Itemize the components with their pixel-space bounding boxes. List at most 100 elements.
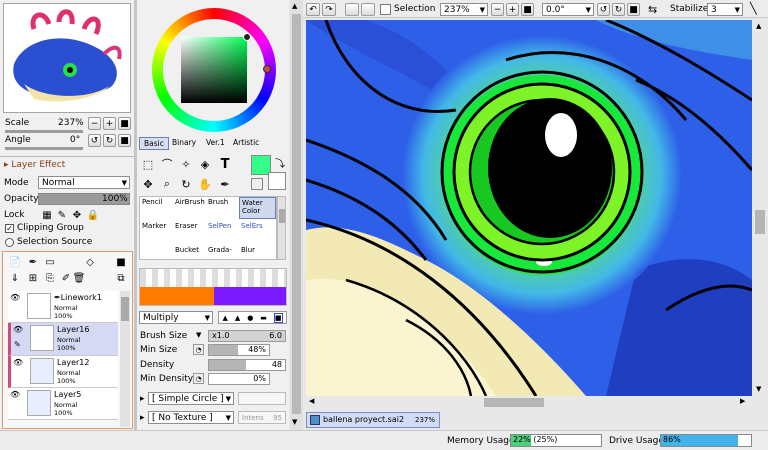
min-density-pressure-icon[interactable]: ◔	[193, 373, 204, 384]
texture-intensity-field[interactable]: Intens 95	[238, 411, 286, 424]
brush-grid-scrollbar[interactable]	[277, 196, 286, 260]
lock-draw-icon[interactable]: ✎	[55, 208, 69, 222]
tab-artistic[interactable]: Artistic	[230, 138, 262, 147]
layer-list-scrollbar[interactable]	[120, 291, 130, 427]
hand-icon[interactable]: ✋	[196, 175, 214, 193]
orange-swatch[interactable]	[140, 287, 214, 305]
layer-effect-header[interactable]: ▸ Layer Effect	[4, 160, 65, 171]
scroll-left-icon[interactable]: ◀	[309, 397, 314, 405]
tab-binary[interactable]: Binary	[169, 138, 199, 147]
expand-arrow-icon[interactable]: ▸	[140, 394, 145, 405]
min-density-slider[interactable]: 0%	[208, 373, 270, 385]
redo-button[interactable]: ↷	[322, 3, 336, 16]
hue-marker[interactable]	[263, 65, 271, 73]
text-tool-icon[interactable]: T	[216, 155, 234, 173]
rotate-reset-button[interactable]: ■	[627, 3, 640, 16]
secondary-color-swatch[interactable]	[268, 172, 286, 190]
clear-icon[interactable]: ✐	[59, 271, 73, 285]
shapes-icon[interactable]: ◈	[196, 155, 214, 173]
scroll-up-icon[interactable]: ▲	[756, 22, 761, 30]
rect-select-icon[interactable]: ⬚	[139, 155, 157, 173]
layer-options-icon[interactable]: ⧉	[114, 271, 128, 285]
shape-bar-icon[interactable]: ▬	[260, 314, 267, 322]
zoom-in-button[interactable]: +	[103, 117, 116, 130]
brush-gradation[interactable]: Grada-	[206, 245, 239, 259]
mask-icon[interactable]: ◇	[83, 255, 97, 269]
shape-triangle-small-icon[interactable]: ▲	[222, 314, 227, 322]
visibility-eye-icon[interactable]: 👁	[13, 325, 25, 335]
navigator-preview[interactable]	[3, 3, 131, 113]
transfer-icon[interactable]: ⊞	[26, 271, 40, 285]
angle-slider[interactable]	[5, 147, 83, 150]
scrollbar-thumb[interactable]	[755, 210, 765, 234]
move-down-icon[interactable]: ⇓	[8, 271, 22, 285]
scrollbar-thumb[interactable]	[292, 14, 301, 414]
blend-mode-select[interactable]: Multiply ▼	[139, 311, 213, 324]
brush-watercolor[interactable]: Water Color	[239, 197, 276, 219]
move-icon[interactable]: ✥	[139, 175, 157, 193]
stabilizer-select[interactable]: 3 ▼	[707, 3, 743, 16]
flip-horizontal-icon[interactable]: ⇆	[648, 3, 657, 16]
expand-arrow-icon[interactable]: ▸	[140, 413, 145, 424]
tab-ver1[interactable]: Ver.1	[203, 138, 228, 147]
merge-icon[interactable]: ⎘	[43, 271, 57, 285]
brush-shape-selector[interactable]: ▲ ▲ ● ▬ ■	[218, 311, 287, 324]
rotate-left-button[interactable]: ↺	[597, 3, 610, 16]
rotate-reset-button[interactable]: ■	[118, 134, 131, 147]
rotate-icon[interactable]: ↻	[177, 175, 195, 193]
layer-row-linework1[interactable]: 👁 ✒Linework1 Normal 100%	[8, 291, 118, 323]
zoom-reset-button[interactable]: ■	[118, 117, 131, 130]
new-linework-icon[interactable]: ✒	[26, 255, 40, 269]
lasso-icon[interactable]: ⌒	[158, 155, 176, 173]
invert-selection-button[interactable]	[361, 3, 375, 16]
layer-row-layer12[interactable]: 👁 Layer12 Normal 100%	[8, 356, 118, 388]
zoom-out-button[interactable]: −	[88, 117, 101, 130]
transparent-color-icon[interactable]	[251, 178, 263, 190]
purple-swatch[interactable]	[214, 287, 286, 305]
scrollbar-thumb[interactable]	[279, 209, 285, 223]
lock-transparency-icon[interactable]: ▦	[40, 208, 54, 222]
zoom-select[interactable]: 237% ▼	[440, 3, 488, 16]
scroll-up-icon[interactable]: ▲	[292, 2, 297, 10]
scroll-right-icon[interactable]: ▶	[740, 397, 745, 405]
rotate-left-button[interactable]: ↺	[88, 134, 101, 147]
sv-marker[interactable]	[243, 33, 251, 41]
fill-mask-icon[interactable]: ■	[114, 255, 128, 269]
brush-marker[interactable]: Marker	[140, 221, 173, 244]
scrollbar-thumb[interactable]	[484, 398, 544, 407]
zoom-in-button[interactable]: +	[506, 3, 519, 16]
undo-button[interactable]: ↶	[306, 3, 320, 16]
scrollbar-thumb[interactable]	[121, 297, 129, 321]
brush-shape-select[interactable]: [ Simple Circle ] ▼	[148, 392, 234, 405]
visibility-eye-icon[interactable]: 👁	[13, 358, 25, 368]
document-tab[interactable]: ballena proyect.sai2 237%	[306, 412, 440, 428]
zoom-icon[interactable]: ⌕	[158, 175, 176, 193]
shape-triangle-icon[interactable]: ▲	[235, 314, 240, 322]
shape-square-icon[interactable]: ■	[273, 312, 283, 323]
brush-pencil[interactable]: Pencil	[140, 197, 173, 220]
brush-eraser[interactable]: Eraser	[173, 221, 206, 244]
saturation-value-square[interactable]	[181, 37, 247, 103]
shape-strength-field[interactable]	[238, 392, 286, 405]
scroll-down-icon[interactable]: ▼	[292, 418, 297, 426]
selection-checkbox[interactable]	[380, 4, 391, 15]
mode-select[interactable]: Normal ▼	[38, 176, 130, 189]
brush-brush[interactable]: Brush	[206, 197, 239, 220]
rotate-right-button[interactable]: ↻	[103, 134, 116, 147]
brush-blur[interactable]: Blur	[239, 245, 272, 259]
scale-slider[interactable]	[5, 130, 83, 133]
tool-panel-scrollbar[interactable]: ▲ ▼	[290, 0, 303, 430]
selection-source-radio[interactable]	[5, 238, 14, 247]
chevron-down-icon[interactable]: ▼	[196, 331, 201, 339]
shape-round-icon[interactable]: ●	[247, 314, 253, 322]
brush-empty[interactable]	[140, 245, 173, 259]
density-slider[interactable]: 48	[208, 359, 286, 371]
layer-row-layer5[interactable]: 👁 Layer5 Normal 100%	[8, 388, 118, 420]
magic-wand-icon[interactable]: ✧	[177, 155, 195, 173]
texture-select[interactable]: [ No Texture ] ▼	[148, 411, 234, 424]
swap-colors-icon[interactable]: ⤵	[275, 155, 285, 170]
lock-all-icon[interactable]: 🔒	[86, 208, 100, 222]
straight-line-icon[interactable]: ╲	[750, 2, 757, 15]
scroll-down-icon[interactable]: ▼	[756, 385, 761, 393]
min-size-pressure-icon[interactable]: ◔	[193, 344, 204, 355]
